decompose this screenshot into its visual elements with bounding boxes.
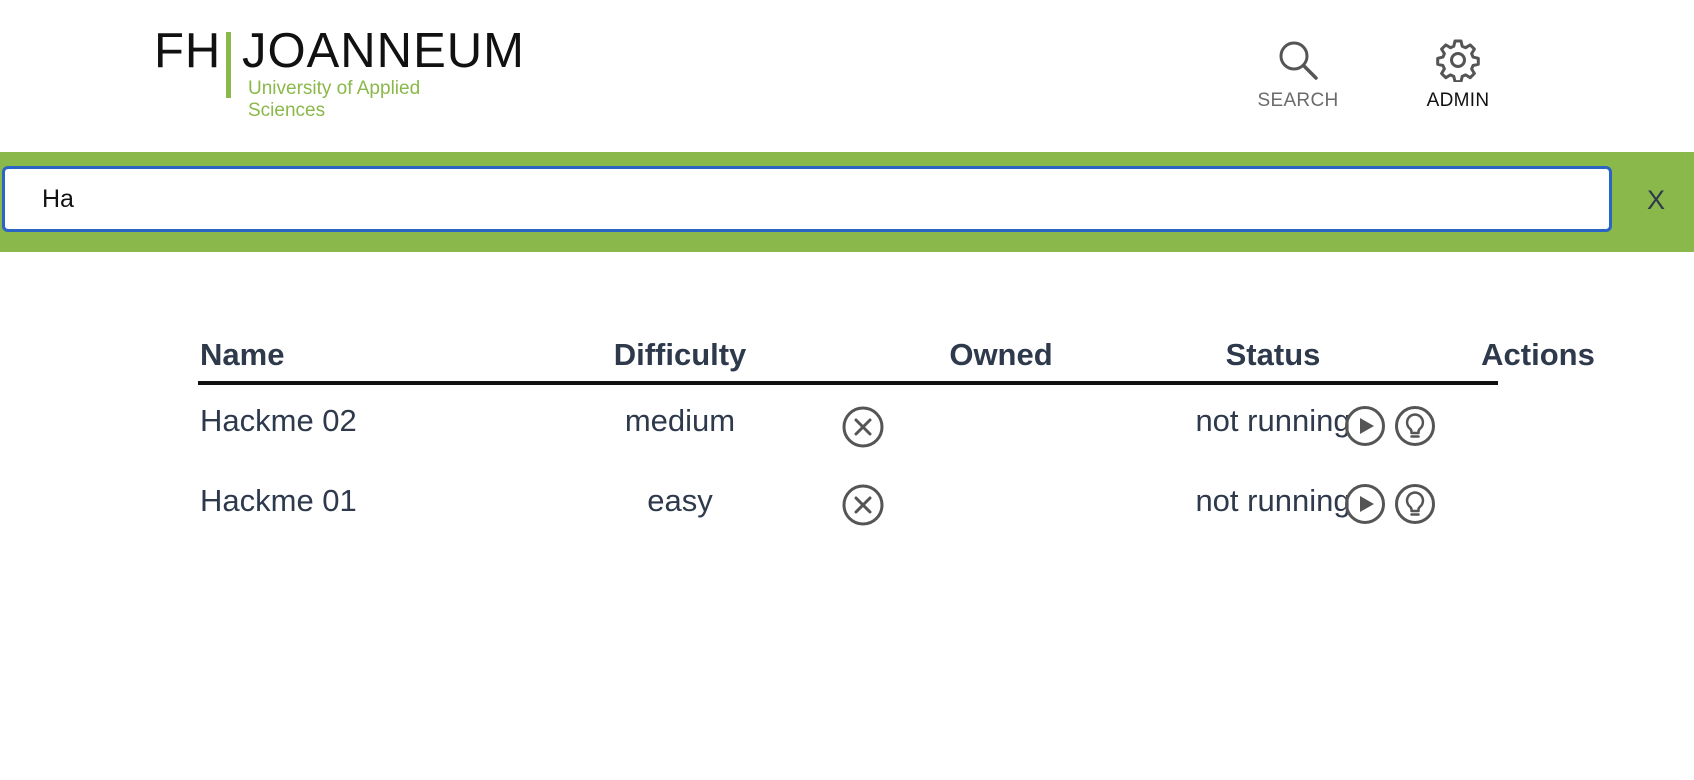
nav-admin-label: ADMIN bbox=[1426, 90, 1490, 111]
lightbulb-icon[interactable] bbox=[1394, 483, 1436, 525]
header: FH JOANNEUM University of Applied Scienc… bbox=[0, 0, 1694, 152]
nav-admin[interactable]: ADMIN bbox=[1403, 38, 1513, 112]
header-status[interactable]: Status bbox=[1123, 335, 1423, 375]
challenge-name: Hackme 01 bbox=[200, 483, 357, 518]
gear-icon bbox=[1436, 39, 1480, 82]
table-row: Hackme 02 medium not running bbox=[198, 385, 1498, 465]
table-header: Name Difficulty Owned Status Actions bbox=[198, 335, 1595, 385]
search-bar: X bbox=[0, 152, 1694, 252]
header-difficulty[interactable]: Difficulty bbox=[530, 335, 830, 375]
search-input[interactable] bbox=[2, 166, 1612, 232]
search-icon bbox=[1279, 41, 1318, 80]
play-icon[interactable] bbox=[1344, 483, 1386, 525]
row-actions bbox=[1344, 405, 1436, 447]
header-owned[interactable]: Owned bbox=[926, 335, 1076, 375]
header-name[interactable]: Name bbox=[200, 335, 284, 375]
lightbulb-icon[interactable] bbox=[1394, 405, 1436, 447]
challenge-difficulty: easy bbox=[647, 483, 713, 518]
close-search-button[interactable]: X bbox=[1634, 178, 1678, 222]
logo-name-text: JOANNEUM bbox=[242, 24, 525, 78]
nav-search[interactable]: SEARCH bbox=[1243, 38, 1353, 112]
nav-search-label: SEARCH bbox=[1257, 90, 1339, 111]
logo-divider bbox=[226, 32, 231, 98]
challenge-name: Hackme 02 bbox=[200, 403, 357, 438]
fh-joanneum-logo[interactable]: FH JOANNEUM University of Applied Scienc… bbox=[154, 24, 524, 121]
play-icon[interactable] bbox=[1344, 405, 1386, 447]
challenges-table: Name Difficulty Owned Status Actions Hac… bbox=[198, 335, 1595, 545]
logo-subtitle: University of Applied Sciences bbox=[248, 78, 421, 121]
close-icon: X bbox=[1646, 184, 1665, 215]
table-row: Hackme 01 easy not running bbox=[198, 465, 1498, 545]
challenge-difficulty: medium bbox=[624, 403, 736, 438]
logo-fh-text: FH bbox=[154, 24, 222, 78]
not-owned-icon bbox=[842, 406, 884, 448]
header-actions: Actions bbox=[1481, 337, 1595, 372]
not-owned-icon bbox=[842, 484, 884, 526]
row-actions bbox=[1344, 483, 1436, 525]
